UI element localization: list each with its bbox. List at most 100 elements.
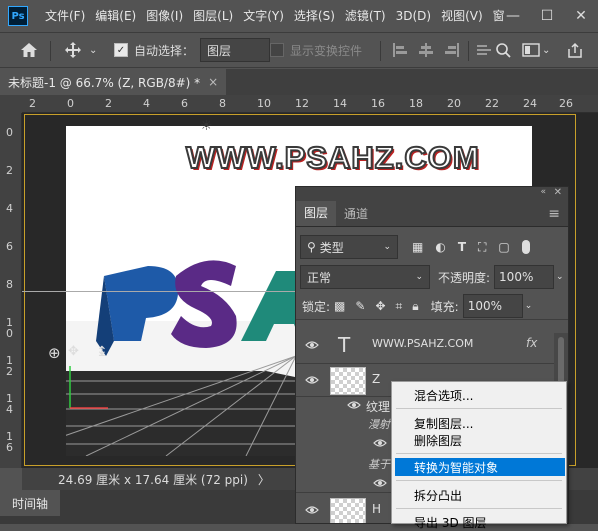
- menu-layer[interactable]: 图层(L): [188, 0, 238, 32]
- blend-mode-dropdown[interactable]: 正常 ⌄: [300, 265, 430, 289]
- lock-paint-icon[interactable]: ✎: [355, 299, 365, 313]
- ruler-label: 4: [6, 202, 13, 215]
- visibility-eye-icon[interactable]: [304, 339, 320, 351]
- close-window-button[interactable]: ✕: [564, 0, 598, 32]
- workspace-icon[interactable]: [522, 33, 540, 67]
- status-menu-arrow[interactable]: 〉: [258, 471, 270, 488]
- menu-3d[interactable]: 3D(D): [391, 0, 436, 32]
- lock-all-icon[interactable]: 🔒︎: [412, 299, 418, 314]
- document-tab-bar: 未标题-1 @ 66.7% (Z, RGB/8#) * ×: [0, 69, 598, 95]
- distribute-icon[interactable]: [476, 33, 492, 67]
- blend-mode-value: 正常: [307, 270, 332, 285]
- align-center-icon[interactable]: [418, 33, 434, 67]
- visibility-eye-icon[interactable]: [372, 477, 388, 489]
- menu-edit[interactable]: 编辑(E): [90, 0, 141, 32]
- text-layer-icon: T: [338, 333, 351, 357]
- timeline-tab[interactable]: 时间轴: [0, 490, 61, 516]
- ruler-label: 14: [333, 97, 347, 110]
- dolly-3d-icon[interactable]: ↨: [96, 344, 108, 360]
- maximize-button[interactable]: ☐: [530, 0, 564, 32]
- menu-item-delete-layer[interactable]: 删除图层: [392, 431, 566, 449]
- auto-select-target-value: 图层: [207, 43, 232, 58]
- pan-3d-icon[interactable]: ✥: [68, 344, 79, 359]
- ruler-label: 1 4: [6, 392, 13, 416]
- ruler-label: 22: [485, 97, 499, 110]
- ruler-label: 8: [219, 97, 226, 110]
- visibility-eye-icon[interactable]: [346, 399, 362, 411]
- align-right-icon[interactable]: [444, 33, 460, 67]
- ruler-corner: [0, 95, 22, 113]
- lock-move-icon[interactable]: ✥: [375, 299, 385, 313]
- move-tool-icon[interactable]: [64, 33, 82, 67]
- menu-item-export-3d-layer[interactable]: 导出 3D 图层: [392, 513, 566, 531]
- menu-item-duplicate-layer[interactable]: 复制图层...: [392, 414, 566, 432]
- auto-select-target-dropdown[interactable]: 图层: [200, 38, 270, 62]
- chevron-down-icon[interactable]: ⌄: [556, 272, 564, 282]
- fx-icon[interactable]: fx: [526, 336, 537, 350]
- ruler-label: 18: [409, 97, 423, 110]
- blend-row: 正常 ⌄ 不透明度: 100% ⌄: [296, 265, 568, 289]
- menu-view[interactable]: 视图(V): [436, 0, 488, 32]
- panel-menu-icon[interactable]: ≡: [540, 201, 568, 226]
- share-icon[interactable]: [567, 33, 583, 67]
- chevron-down-icon: ⌄: [383, 242, 391, 252]
- chevron-down-icon[interactable]: ⌄: [89, 33, 97, 67]
- menu-image[interactable]: 图像(I): [141, 0, 188, 32]
- filter-kind-dropdown[interactable]: ⚲ 类型 ⌄: [300, 235, 398, 259]
- options-bar: ⌄ ✓ 自动选择： 图层 显示变换控件 ⌄: [0, 32, 598, 68]
- lock-transparent-icon[interactable]: ▩: [334, 299, 345, 313]
- tab-layers[interactable]: 图层: [296, 201, 337, 226]
- filter-toggle[interactable]: [521, 240, 530, 254]
- menu-item-convert-to-smart-object[interactable]: 转换为智能对象: [395, 458, 565, 476]
- show-transform-option[interactable]: 显示变换控件: [270, 33, 362, 67]
- orbit-3d-icon[interactable]: ⊕: [48, 344, 61, 362]
- menu-type[interactable]: 文字(Y): [238, 0, 289, 32]
- home-icon[interactable]: [20, 33, 38, 67]
- visibility-eye-icon[interactable]: [372, 437, 388, 449]
- lock-artboard-icon[interactable]: ⌗: [396, 299, 403, 314]
- shape-filter-icon[interactable]: ⛶: [478, 240, 486, 255]
- opacity-value: 100%: [499, 270, 534, 284]
- close-panel-icon[interactable]: ✕: [554, 187, 562, 198]
- auto-select-checkbox[interactable]: ✓: [114, 43, 128, 57]
- type-filter-icon[interactable]: T: [458, 240, 466, 254]
- auto-select-option[interactable]: ✓ 自动选择：: [114, 33, 194, 67]
- sub-item-label: 漫射: [368, 418, 390, 431]
- smart-object-filter-icon[interactable]: ▢: [498, 240, 509, 254]
- chevron-down-icon[interactable]: ⌄: [542, 33, 550, 67]
- layer-name[interactable]: Z: [372, 372, 380, 386]
- collapse-icon[interactable]: «: [540, 187, 546, 197]
- adjustment-filter-icon[interactable]: ◐: [435, 240, 445, 254]
- ruler-label: 1 2: [6, 354, 13, 378]
- menu-file[interactable]: 文件(F): [40, 0, 90, 32]
- layer-thumbnail: [330, 367, 366, 395]
- chevron-down-icon[interactable]: ⌄: [525, 301, 533, 311]
- ruler-label: 26: [559, 97, 573, 110]
- layer-context-menu: 混合选项... 复制图层... 删除图层 转换为智能对象 拆分凸出 导出 3D …: [391, 381, 567, 530]
- layer-name[interactable]: WWW.PSAHZ.COM: [372, 337, 473, 350]
- menu-select[interactable]: 选择(S): [289, 0, 340, 32]
- light-icon[interactable]: ☀: [200, 118, 213, 134]
- search-icon[interactable]: [495, 33, 511, 67]
- layer-name[interactable]: H: [372, 502, 381, 516]
- ruler-top: 2 0 2 4 6 8 10 12 14 16 18 20 22 24 26: [22, 95, 598, 113]
- pixel-filter-icon[interactable]: ▦: [412, 240, 423, 254]
- fill-input[interactable]: 100%: [462, 294, 523, 318]
- document-tab[interactable]: 未标题-1 @ 66.7% (Z, RGB/8#) * ×: [0, 69, 227, 95]
- show-transform-checkbox[interactable]: [270, 43, 284, 57]
- tab-channels[interactable]: 通道: [336, 201, 376, 226]
- visibility-eye-icon[interactable]: [304, 504, 320, 516]
- align-left-icon[interactable]: [392, 33, 408, 67]
- ruler-label: 6: [181, 97, 188, 110]
- ruler-label: 1 0: [6, 316, 13, 340]
- menu-item-blending-options[interactable]: 混合选项...: [392, 386, 566, 404]
- visibility-eye-icon[interactable]: [304, 374, 320, 386]
- menu-item-split-extrusion[interactable]: 拆分凸出: [392, 486, 566, 504]
- guide-line: [22, 291, 302, 292]
- layer-row-text[interactable]: T WWW.PSAHZ.COM fx: [296, 327, 554, 364]
- menu-filter[interactable]: 滤镜(T): [340, 0, 391, 32]
- document-size: 24.69 厘米 x 17.64 厘米 (72 ppi): [58, 472, 248, 487]
- minimize-button[interactable]: —: [496, 0, 530, 32]
- close-tab-icon[interactable]: ×: [208, 75, 218, 89]
- opacity-input[interactable]: 100%: [494, 265, 555, 289]
